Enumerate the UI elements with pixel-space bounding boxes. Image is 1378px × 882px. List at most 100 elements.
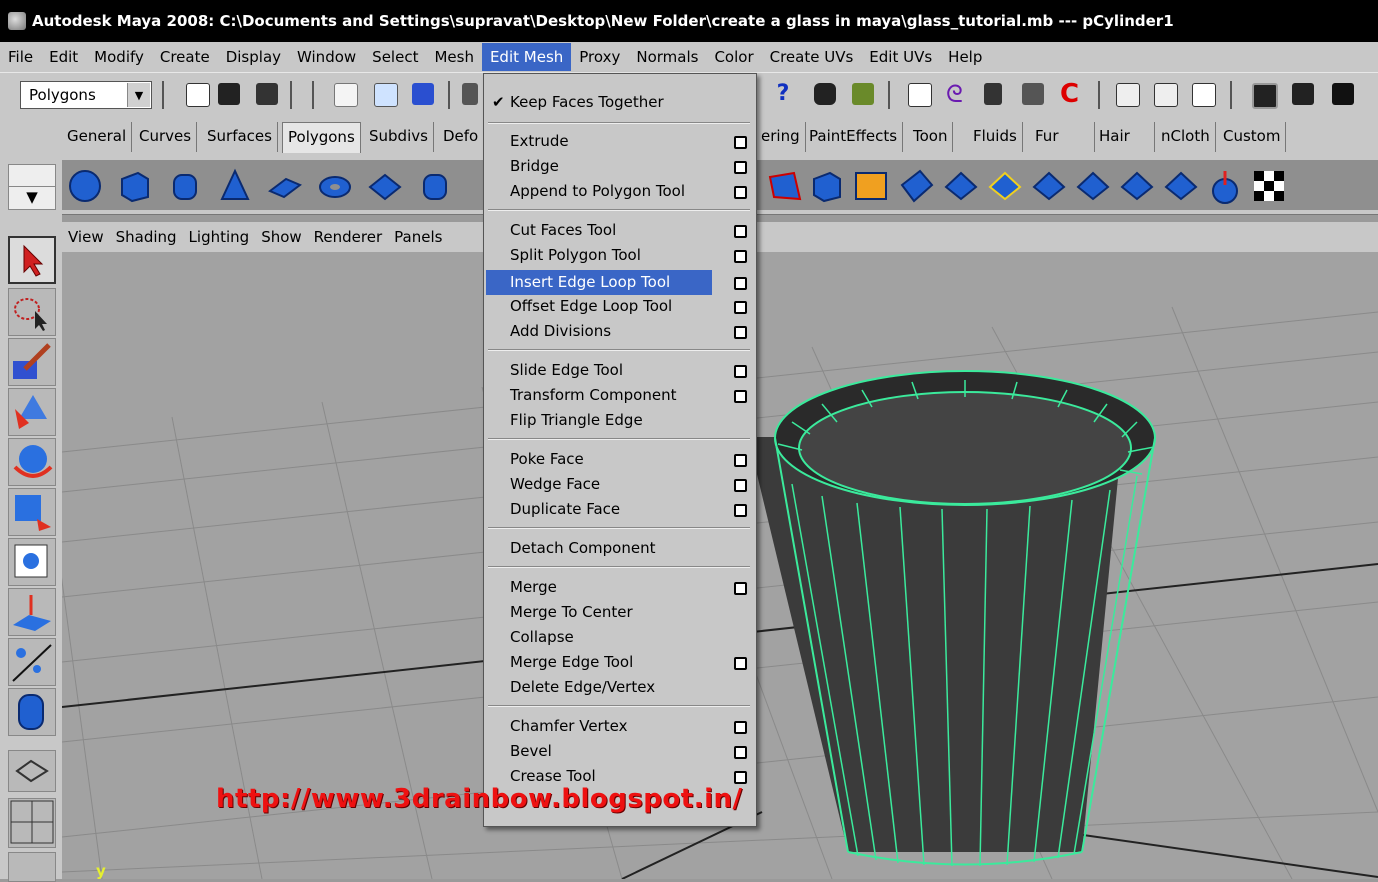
menu-item-insert-edge-loop-tool[interactable]: Insert Edge Loop Tool <box>486 270 712 295</box>
menu-item-merge[interactable]: Merge <box>484 575 756 600</box>
panel-menu-view[interactable]: View <box>62 228 110 246</box>
menu-help[interactable]: Help <box>940 43 990 71</box>
option-box-icon[interactable] <box>734 250 747 263</box>
snap-point-icon[interactable] <box>984 83 1002 105</box>
menu-normals[interactable]: Normals <box>628 43 706 71</box>
shelf-tab-toggle-button[interactable] <box>8 164 56 188</box>
snap-grid-icon[interactable] <box>908 83 932 107</box>
panel-menu-show[interactable]: Show <box>255 228 307 246</box>
paint-select-tool-icon[interactable] <box>8 338 56 386</box>
panel-menu-lighting[interactable]: Lighting <box>183 228 256 246</box>
save-scene-icon[interactable] <box>256 83 278 105</box>
menu-color[interactable]: Color <box>706 43 761 71</box>
tab-custom[interactable]: Custom <box>1218 122 1287 152</box>
poly-pipe-icon[interactable] <box>416 167 454 205</box>
menu-display[interactable]: Display <box>218 43 289 71</box>
snap-curve-icon[interactable]: ᘓ <box>946 82 968 106</box>
menu-item-merge-edge-tool[interactable]: Merge Edge Tool <box>484 650 756 675</box>
poly-cube-icon[interactable] <box>116 167 154 205</box>
poly-merge-icon[interactable] <box>986 167 1024 205</box>
poly-triangulate-icon[interactable] <box>1074 167 1112 205</box>
poly-prism-icon[interactable] <box>366 167 404 205</box>
persp-outliner-layout-icon[interactable] <box>8 852 56 882</box>
last-used-cylinder-icon[interactable] <box>8 688 56 736</box>
option-box-icon[interactable] <box>734 186 747 199</box>
menu-item-collapse[interactable]: Collapse <box>484 625 756 650</box>
menu-item-wedge-face[interactable]: Wedge Face <box>484 472 756 497</box>
poly-collapse-icon[interactable] <box>1030 167 1068 205</box>
select-tool-icon[interactable] <box>8 236 56 284</box>
poly-quadrangulate-icon[interactable] <box>1118 167 1156 205</box>
tab-deformation[interactable]: Defo <box>438 122 485 152</box>
menu-item-cut-faces-tool[interactable]: Cut Faces Tool <box>484 218 756 243</box>
menu-item-add-divisions[interactable]: Add Divisions <box>484 319 756 344</box>
tab-rendering[interactable]: ering <box>756 122 806 152</box>
menu-item-chamfer-vertex[interactable]: Chamfer Vertex <box>484 714 756 739</box>
option-box-icon[interactable] <box>734 301 747 314</box>
render-view-icon[interactable] <box>1252 83 1278 109</box>
menu-proxy[interactable]: Proxy <box>571 43 628 71</box>
menu-create[interactable]: Create <box>152 43 218 71</box>
tab-surfaces[interactable]: Surfaces <box>202 122 278 152</box>
tab-general[interactable]: General <box>62 122 133 152</box>
menu-mesh[interactable]: Mesh <box>426 43 482 71</box>
poly-torus-icon[interactable] <box>316 167 354 205</box>
panel-menu-renderer[interactable]: Renderer <box>308 228 388 246</box>
select-by-component-type-icon[interactable] <box>412 83 434 105</box>
select-by-object-type-icon[interactable] <box>374 83 398 107</box>
tab-curves[interactable]: Curves <box>134 122 198 152</box>
menu-window[interactable]: Window <box>289 43 364 71</box>
option-box-icon[interactable] <box>734 225 747 238</box>
construction-history-icon[interactable] <box>1192 83 1216 107</box>
poly-append-icon[interactable] <box>852 167 890 205</box>
option-box-icon[interactable] <box>734 277 747 290</box>
option-box-icon[interactable] <box>734 161 747 174</box>
menu-item-keep-faces-together[interactable]: ✔ Keep Faces Together <box>484 90 756 115</box>
tab-polygons[interactable]: Polygons <box>282 122 361 153</box>
chevron-down-icon[interactable]: ▼ <box>127 83 150 107</box>
tab-toon[interactable]: Toon <box>908 122 954 152</box>
new-scene-icon[interactable] <box>186 83 210 107</box>
move-tool-icon[interactable] <box>8 388 56 436</box>
menu-set-select[interactable]: Polygons ▼ <box>20 81 152 109</box>
panel-menu-panels[interactable]: Panels <box>388 228 448 246</box>
menu-item-slide-edge-tool[interactable]: Slide Edge Tool <box>484 358 756 383</box>
checker-texture-icon[interactable] <box>1250 167 1288 205</box>
tab-fur[interactable]: Fur <box>1030 122 1095 152</box>
option-box-icon[interactable] <box>734 746 747 759</box>
menu-item-poke-face[interactable]: Poke Face <box>484 447 756 472</box>
tab-fluids[interactable]: Fluids <box>968 122 1023 152</box>
menu-file[interactable]: File <box>0 43 41 71</box>
poly-subdivide-icon[interactable] <box>1162 167 1200 205</box>
snap-view-plane-icon[interactable] <box>1022 83 1044 105</box>
poly-cone-icon[interactable] <box>216 167 254 205</box>
open-scene-icon[interactable] <box>218 83 240 105</box>
poly-wedge-icon[interactable] <box>942 167 980 205</box>
poly-extrude-icon[interactable] <box>808 167 846 205</box>
poly-split-icon[interactable] <box>898 167 936 205</box>
selection-mask-icon[interactable] <box>462 83 478 105</box>
help-icon[interactable]: ? <box>772 83 794 105</box>
option-box-icon[interactable] <box>734 390 747 403</box>
menu-item-bridge[interactable]: Bridge <box>484 154 756 179</box>
menu-edit[interactable]: Edit <box>41 43 86 71</box>
input-ops-icon[interactable] <box>1116 83 1140 107</box>
lock-icon[interactable] <box>814 83 836 105</box>
show-manipulator-icon[interactable] <box>8 638 56 686</box>
scale-tool-icon[interactable] <box>8 488 56 536</box>
glass-cylinder-mesh[interactable] <box>748 370 1156 867</box>
menu-item-delete-edge-vertex[interactable]: Delete Edge/Vertex <box>484 675 756 700</box>
menu-item-bevel[interactable]: Bevel <box>484 739 756 764</box>
rotate-tool-icon[interactable] <box>8 438 56 486</box>
option-box-icon[interactable] <box>734 582 747 595</box>
poly-plane-icon[interactable] <box>266 167 304 205</box>
soft-modification-icon[interactable] <box>8 588 56 636</box>
menu-item-offset-edge-loop-tool[interactable]: Offset Edge Loop Tool <box>484 294 756 319</box>
option-box-icon[interactable] <box>734 365 747 378</box>
poly-sculpt-icon[interactable] <box>1206 167 1244 205</box>
poly-sphere-icon[interactable] <box>66 167 104 205</box>
menu-item-extrude[interactable]: Extrude <box>484 129 756 154</box>
select-by-hierarchy-icon[interactable] <box>334 83 358 107</box>
option-box-icon[interactable] <box>734 721 747 734</box>
universal-manipulator-icon[interactable] <box>8 538 56 586</box>
